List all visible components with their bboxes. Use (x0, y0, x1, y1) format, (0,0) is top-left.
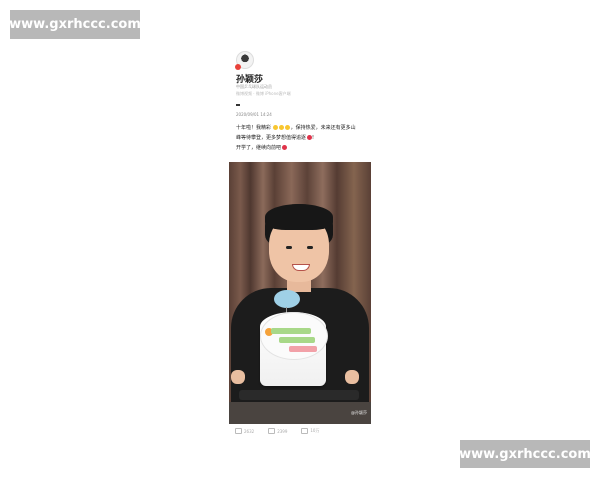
share-icon (235, 428, 242, 434)
avatar[interactable] (235, 51, 254, 70)
post-text-line-3: 开学了，继续向前吧 (236, 144, 287, 151)
post-text-line-1: 十年啦！我精彩 ，保持热爱，未来还有更多山 (236, 125, 356, 131)
post-date: 2020/09/01 14:24 (236, 112, 272, 117)
like-button[interactable]: 10万 (301, 428, 319, 434)
author-description: 中国乒乓球队运动员 (236, 84, 272, 89)
post-text-line-2: 峰等待攀登，更多梦想值得追逐! (236, 135, 315, 141)
post-meta: 微博视频 · 微博 iPhone客户端 (236, 91, 291, 96)
share-button[interactable]: 2632 (235, 428, 254, 434)
watermark-bottom-right: www.gxrhccc.com (459, 440, 591, 468)
post-actions: 2632 2399 10万 (235, 428, 365, 434)
comment-button[interactable]: 2399 (268, 428, 287, 434)
like-icon (301, 428, 309, 434)
emoji-icon (279, 125, 285, 130)
emoji-icon (273, 125, 279, 130)
watermark-top-left: www.gxrhccc.com (9, 10, 141, 39)
emoji-icon (285, 125, 291, 130)
post-photo[interactable]: @孙颖莎 (229, 162, 371, 424)
weibo-post-card: 孙颖莎 中国乒乓球队运动员 微博视频 · 微博 iPhone客户端 2020/0… (229, 44, 371, 436)
photo-watermark: @孙颖莎 (351, 410, 367, 415)
divider (236, 104, 240, 106)
flag-emoji-icon (281, 145, 287, 150)
cake-topper (274, 290, 300, 308)
comment-icon (268, 428, 276, 434)
heart-emoji-icon (306, 135, 312, 140)
